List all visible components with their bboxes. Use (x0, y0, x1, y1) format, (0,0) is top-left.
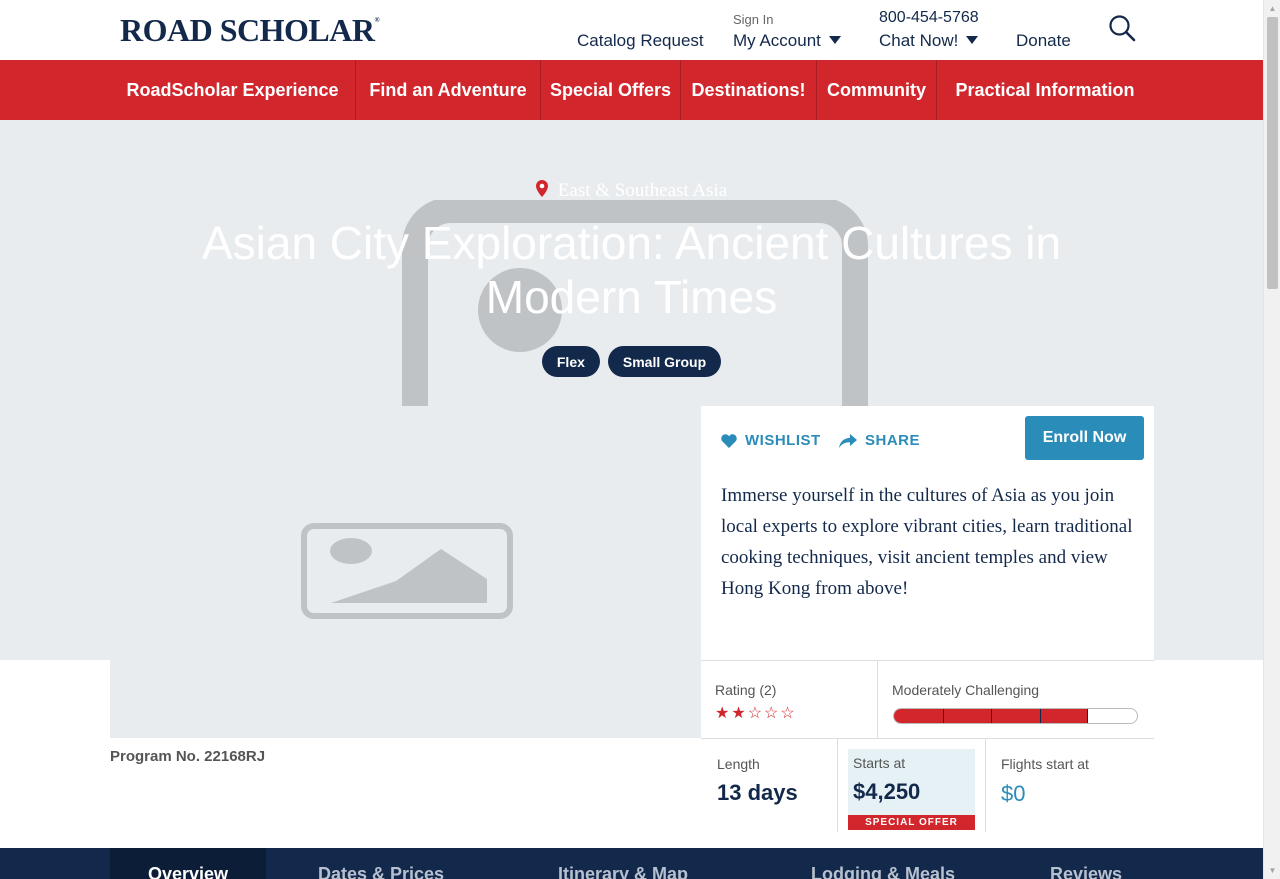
flights-value[interactable]: $0 (1001, 781, 1025, 807)
heart-icon (721, 433, 737, 448)
catalog-request-link[interactable]: Catalog Request (577, 31, 704, 51)
tab-lodging-meals[interactable]: Lodging & Meals (790, 848, 976, 879)
program-number: Program No. 22168RJ (110, 748, 266, 765)
program-summary-card: WISHLIST SHARE Enroll Now Immerse yourse… (701, 406, 1154, 660)
star-empty-icon: ☆ (764, 705, 779, 722)
road-scholar-logo[interactable]: ROAD SCHOLAR® (120, 12, 380, 49)
tag-small-group[interactable]: Small Group (607, 346, 722, 377)
share-label: SHARE (865, 432, 921, 449)
donate-link[interactable]: Donate (1016, 31, 1071, 51)
difficulty-meter (893, 708, 1138, 724)
length-label: Length (717, 756, 760, 772)
page-title: Asian City Exploration: Ancient Cultures… (201, 217, 1062, 323)
difficulty-meter-divider (991, 709, 993, 723)
rating-label: Rating (2) (715, 682, 777, 698)
main-nav: RoadScholar Experience Find an Adventure… (0, 60, 1263, 120)
price-box[interactable]: Starts at $4,250 SPECIAL OFFER (838, 738, 986, 832)
tab-dates-prices[interactable]: Dates & Prices (290, 848, 472, 879)
scrollbar-thumb[interactable] (1267, 17, 1278, 289)
rating-box[interactable]: Rating (2) ★ ★ ☆ ☆ ☆ (701, 660, 878, 738)
page-scrollbar[interactable]: ▲ ▼ (1263, 0, 1280, 879)
chat-now-label: Chat Now! (879, 31, 959, 50)
nav-item-practical-information[interactable]: Practical Information (937, 60, 1153, 120)
difficulty-box[interactable]: Moderately Challenging (878, 660, 1154, 738)
region-label[interactable]: East & Southeast Asia (0, 180, 1263, 202)
section-tabs: Overview Dates & Prices Itinerary & Map … (0, 848, 1263, 879)
star-empty-icon: ☆ (747, 705, 763, 722)
image-placeholder-icon (301, 523, 513, 619)
scroll-down-arrow-icon[interactable]: ▼ (1264, 862, 1280, 879)
nav-item-special-offers[interactable]: Special Offers (541, 60, 680, 120)
my-account-menu[interactable]: My Account (733, 31, 841, 51)
tab-reviews[interactable]: Reviews (1030, 848, 1142, 879)
search-icon[interactable] (1108, 14, 1136, 42)
program-description: Immerse yourself in the cultures of Asia… (721, 485, 1133, 599)
length-value: 13 days (717, 780, 798, 805)
program-tags: Flex Small Group (0, 346, 1263, 377)
star-empty-icon: ☆ (780, 705, 795, 722)
chevron-down-icon (966, 35, 979, 44)
scroll-up-arrow-icon[interactable]: ▲ (1264, 0, 1280, 17)
phone-number[interactable]: 800-454-5768 (879, 9, 979, 27)
difficulty-meter-divider (1039, 709, 1041, 723)
price-value: $4,250 (853, 779, 921, 804)
star-filled-icon: ★ (715, 705, 730, 722)
special-offer-badge: SPECIAL OFFER (848, 815, 975, 830)
star-filled-icon: ★ (731, 705, 746, 722)
location-pin-icon (535, 180, 548, 198)
price-label: Starts at (853, 755, 906, 771)
logo-text: ROAD SCHOLAR (120, 12, 375, 48)
tag-flex[interactable]: Flex (541, 346, 600, 377)
wishlist-label: WISHLIST (745, 432, 821, 449)
nav-item-find-an-adventure[interactable]: Find an Adventure (356, 60, 540, 120)
nav-item-destinations[interactable]: Destinations! (681, 60, 816, 120)
sign-in-label[interactable]: Sign In (733, 12, 773, 27)
chevron-down-icon (828, 35, 841, 44)
flights-label: Flights start at (1001, 756, 1089, 772)
share-button[interactable]: SHARE (839, 432, 920, 449)
enroll-now-button[interactable]: Enroll Now (1025, 416, 1144, 460)
price-highlight: Starts at $4,250 SPECIAL OFFER (848, 749, 975, 830)
difficulty-meter-divider (942, 709, 944, 723)
share-arrow-icon (839, 433, 857, 448)
rating-stars: ★ ★ ☆ ☆ ☆ (715, 706, 795, 722)
my-account-label: My Account (733, 31, 821, 50)
chat-now-menu[interactable]: Chat Now! (879, 31, 979, 51)
logo-registered-mark: ® (374, 16, 380, 24)
nav-item-community[interactable]: Community (817, 60, 936, 120)
region-text: East & Southeast Asia (557, 180, 728, 201)
difficulty-label: Moderately Challenging (892, 682, 1040, 698)
program-image[interactable] (110, 406, 701, 738)
nav-item-roadscholar-experience[interactable]: RoadScholar Experience (110, 60, 355, 120)
length-box: Length 13 days (701, 738, 838, 832)
site-header: ROAD SCHOLAR® Catalog Request Sign In My… (0, 0, 1263, 60)
wishlist-button[interactable]: WISHLIST (721, 432, 821, 449)
tab-overview[interactable]: Overview (110, 848, 266, 879)
flights-box[interactable]: Flights start at $0 (986, 738, 1154, 832)
tab-itinerary-map[interactable]: Itinerary & Map (530, 848, 716, 879)
